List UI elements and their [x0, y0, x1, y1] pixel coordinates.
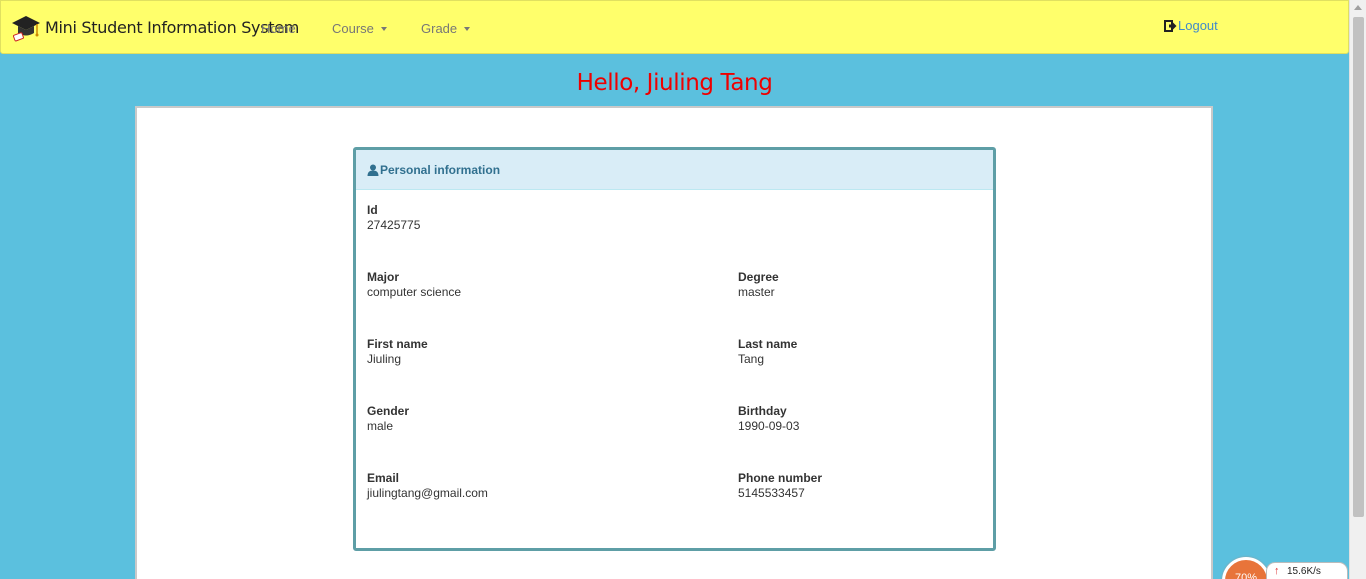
field-id: Id 27425775 [367, 203, 420, 233]
field-value: 1990-09-03 [738, 419, 800, 433]
field-value: 27425775 [367, 218, 421, 232]
nav-course-label: Course [332, 21, 374, 36]
field-label: Email [367, 471, 400, 485]
nav-grade-dropdown[interactable]: Grade [421, 21, 471, 36]
field-phone: Phone number 5145533457 [738, 471, 822, 501]
graduation-cap-icon [12, 16, 40, 42]
nav-course-dropdown[interactable]: Course [332, 21, 387, 36]
caret-down-icon [380, 26, 387, 31]
field-label: Degree [738, 270, 779, 284]
logout-label: Logout [1178, 18, 1218, 33]
personal-info-panel: Personal information Id 27425775 Major c… [353, 147, 996, 551]
field-value: 5145533457 [738, 486, 805, 500]
scroll-up-arrow-icon[interactable] [1354, 5, 1362, 10]
field-label: Birthday [738, 404, 787, 418]
field-birthday: Birthday 1990-09-03 [738, 404, 799, 434]
field-value: master [738, 285, 775, 299]
field-degree: Degree master [738, 270, 779, 300]
greeting-heading: Hello, Jiuling Tang [576, 70, 773, 96]
field-label: Last name [738, 337, 798, 351]
nav-home[interactable]: Home [261, 21, 296, 36]
field-label: First name [367, 337, 428, 351]
panel-header: Personal information [356, 150, 993, 190]
field-value: computer science [367, 285, 462, 299]
field-gender: Gender male [367, 404, 409, 434]
nav-home-label: Home [261, 21, 296, 36]
scrollbar-thumb[interactable] [1353, 17, 1364, 517]
logout-icon [1164, 19, 1177, 32]
field-label: Gender [367, 404, 410, 418]
field-label: Phone number [738, 471, 823, 485]
network-speed-widget[interactable]: 70% ↑ 15.6K/s [1222, 557, 1349, 579]
brand[interactable]: Mini Student Information System [11, 11, 299, 43]
field-major: Major computer science [367, 270, 461, 300]
top-navbar: Mini Student Information System Home Cou… [0, 0, 1349, 54]
field-label: Id [367, 203, 378, 217]
vertical-scrollbar[interactable] [1349, 0, 1366, 579]
caret-down-icon [464, 26, 471, 31]
field-value: jiulingtang@gmail.com [367, 486, 488, 500]
panel-title: Personal information [380, 162, 501, 177]
network-speed-value: 15.6K/s [1287, 566, 1321, 577]
field-email: Email jiulingtang@gmail.com [367, 471, 488, 501]
upload-arrow-icon: ↑ [1274, 565, 1280, 577]
field-value: Tang [738, 352, 765, 366]
field-first-name: First name Jiuling [367, 337, 428, 367]
field-label: Major [367, 270, 400, 284]
network-speed-readout: ↑ 15.6K/s [1266, 562, 1348, 579]
field-value: male [367, 419, 394, 433]
field-value: Jiuling [367, 352, 402, 366]
nav-grade-label: Grade [421, 21, 458, 36]
network-usage-ball[interactable]: 70% [1222, 557, 1270, 579]
user-icon [367, 164, 379, 176]
logout-link[interactable]: Logout [1164, 18, 1218, 33]
field-last-name: Last name Tang [738, 337, 797, 367]
